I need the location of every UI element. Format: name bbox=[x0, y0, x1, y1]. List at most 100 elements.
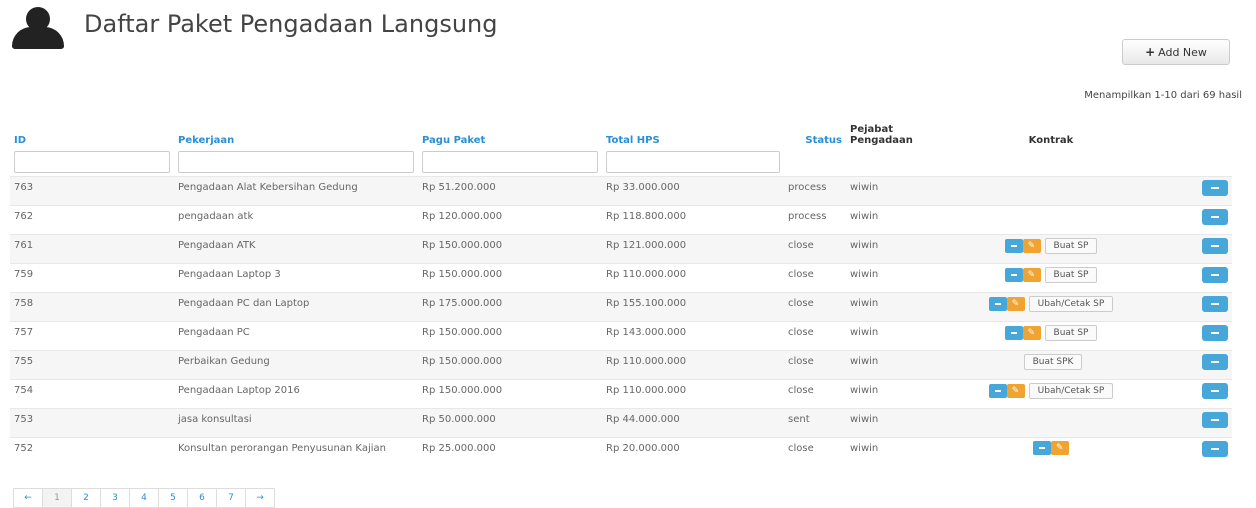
table-row: 758 Pengadaan PC dan Laptop Rp 175.000.000… bbox=[10, 292, 1232, 322]
sort-id-link[interactable]: ID bbox=[14, 135, 26, 146]
contract-action-button[interactable]: Buat SPK bbox=[1023, 354, 1083, 370]
cell-pagu: Rp 150.000.000 bbox=[418, 234, 602, 264]
filter-pekerjaan-input[interactable] bbox=[178, 151, 414, 173]
cell-hps: Rp 44.000.000 bbox=[602, 408, 784, 438]
cell-kontrak bbox=[946, 408, 1156, 438]
table-row: 761 Pengadaan ATK Rp 150.000.000 Rp 121.000… bbox=[10, 234, 1232, 264]
pagination-page[interactable]: 1 bbox=[42, 488, 72, 508]
row-action-button[interactable] bbox=[1202, 238, 1228, 254]
row-action-button[interactable] bbox=[1202, 412, 1228, 428]
cell-pagu: Rp 150.000.000 bbox=[418, 350, 602, 380]
cell-kontrak bbox=[946, 437, 1156, 466]
cell-hps: Rp 121.000.000 bbox=[602, 234, 784, 264]
cell-status: sent bbox=[784, 408, 846, 438]
edit-contract-button[interactable] bbox=[1022, 238, 1041, 254]
column-actions bbox=[1156, 112, 1232, 148]
row-action-button[interactable] bbox=[1202, 354, 1228, 370]
edit-contract-button[interactable] bbox=[1051, 440, 1069, 456]
cell-status: process bbox=[784, 176, 846, 206]
pagination-next[interactable]: → bbox=[245, 488, 275, 508]
contract-action-button[interactable]: Buat SP bbox=[1044, 325, 1098, 341]
sort-status-link[interactable]: Status bbox=[805, 135, 842, 146]
cell-pekerjaan: Konsultan perorangan Penyusunan Kajian bbox=[174, 437, 418, 466]
cell-hps: Rp 110.000.000 bbox=[602, 350, 784, 380]
view-contract-button[interactable] bbox=[1004, 326, 1023, 340]
pagination-page[interactable]: 6 bbox=[187, 488, 217, 508]
edit-contract-button[interactable] bbox=[1022, 325, 1041, 341]
cell-id: 758 bbox=[10, 292, 174, 322]
view-contract-button[interactable] bbox=[1033, 441, 1051, 455]
pagination-page[interactable]: 4 bbox=[129, 488, 159, 508]
row-action-button[interactable] bbox=[1202, 267, 1228, 283]
pagination-prev[interactable]: ← bbox=[13, 488, 43, 508]
edit-contract-button[interactable] bbox=[1006, 296, 1025, 312]
cell-action bbox=[1156, 263, 1232, 293]
row-action-button[interactable] bbox=[1202, 180, 1228, 196]
cell-pagu: Rp 175.000.000 bbox=[418, 292, 602, 322]
cell-id: 752 bbox=[10, 437, 174, 466]
cell-pekerjaan: Pengadaan Laptop 2016 bbox=[174, 379, 418, 409]
cell-id: 763 bbox=[10, 176, 174, 206]
cell-pagu: Rp 150.000.000 bbox=[418, 379, 602, 409]
row-action-button[interactable] bbox=[1202, 325, 1228, 341]
cell-status: close bbox=[784, 234, 846, 264]
cell-pagu: Rp 50.000.000 bbox=[418, 408, 602, 438]
pagination-page[interactable]: 3 bbox=[100, 488, 130, 508]
cell-action bbox=[1156, 205, 1232, 235]
add-new-button[interactable]: + Add New bbox=[1122, 39, 1230, 65]
table-body: 763 Pengadaan Alat Kebersihan Gedung Rp 51… bbox=[10, 176, 1232, 466]
view-contract-button[interactable] bbox=[988, 384, 1007, 398]
row-action-button[interactable] bbox=[1202, 296, 1228, 312]
cell-pejabat: wiwin bbox=[846, 408, 946, 438]
pagination-page[interactable]: 7 bbox=[216, 488, 246, 508]
cell-pekerjaan: jasa konsultasi bbox=[174, 408, 418, 438]
cell-action bbox=[1156, 234, 1232, 264]
cell-pejabat: wiwin bbox=[846, 321, 946, 351]
column-status[interactable]: Status bbox=[784, 112, 846, 148]
sort-hps-link[interactable]: Total HPS bbox=[606, 135, 660, 146]
cell-id: 759 bbox=[10, 263, 174, 293]
pagination-page[interactable]: 5 bbox=[158, 488, 188, 508]
view-contract-button[interactable] bbox=[1004, 268, 1023, 282]
column-hps[interactable]: Total HPS bbox=[602, 112, 784, 148]
contract-action-button[interactable]: Ubah/Cetak SP bbox=[1028, 296, 1114, 312]
cell-pejabat: wiwin bbox=[846, 234, 946, 264]
table-row: 754 Pengadaan Laptop 2016 Rp 150.000.000 Rp… bbox=[10, 379, 1232, 409]
filter-pagu-input[interactable] bbox=[422, 151, 598, 173]
cell-action bbox=[1156, 408, 1232, 438]
contract-action-button[interactable]: Buat SP bbox=[1044, 267, 1098, 283]
column-pekerjaan[interactable]: Pekerjaan bbox=[174, 112, 418, 148]
column-pagu[interactable]: Pagu Paket bbox=[418, 112, 602, 148]
filter-id-input[interactable] bbox=[14, 151, 170, 173]
plus-icon: + bbox=[1145, 45, 1156, 59]
cell-pekerjaan: Perbaikan Gedung bbox=[174, 350, 418, 380]
column-id[interactable]: ID bbox=[10, 112, 174, 148]
row-action-button[interactable] bbox=[1202, 383, 1228, 399]
contract-action-button[interactable]: Buat SP bbox=[1044, 238, 1098, 254]
table-row: 763 Pengadaan Alat Kebersihan Gedung Rp 51… bbox=[10, 176, 1232, 206]
row-action-button[interactable] bbox=[1202, 441, 1228, 457]
add-new-label: Add New bbox=[1158, 45, 1207, 59]
sort-pagu-link[interactable]: Pagu Paket bbox=[422, 135, 485, 146]
pagination-page[interactable]: 2 bbox=[71, 488, 101, 508]
cell-pejabat: wiwin bbox=[846, 205, 946, 235]
user-icon bbox=[12, 7, 64, 49]
filter-hps-input[interactable] bbox=[606, 151, 780, 173]
cell-pagu: Rp 25.000.000 bbox=[418, 437, 602, 466]
cell-hps: Rp 143.000.000 bbox=[602, 321, 784, 351]
cell-pagu: Rp 120.000.000 bbox=[418, 205, 602, 235]
cell-pekerjaan: Pengadaan ATK bbox=[174, 234, 418, 264]
cell-action bbox=[1156, 321, 1232, 351]
row-action-button[interactable] bbox=[1202, 209, 1228, 225]
view-contract-button[interactable] bbox=[988, 297, 1007, 311]
edit-contract-button[interactable] bbox=[1022, 267, 1041, 283]
sort-pekerjaan-link[interactable]: Pekerjaan bbox=[178, 135, 234, 146]
edit-contract-button[interactable] bbox=[1006, 383, 1025, 399]
package-table: ID Pekerjaan Pagu Paket Total HPS Status… bbox=[10, 112, 1232, 466]
cell-kontrak: Buat SPK bbox=[946, 350, 1156, 380]
contract-action-button[interactable]: Ubah/Cetak SP bbox=[1028, 383, 1114, 399]
table-row: 759 Pengadaan Laptop 3 Rp 150.000.000 Rp 11… bbox=[10, 263, 1232, 293]
cell-id: 757 bbox=[10, 321, 174, 351]
view-contract-button[interactable] bbox=[1004, 239, 1023, 253]
column-kontrak: Kontrak bbox=[1028, 135, 1074, 146]
